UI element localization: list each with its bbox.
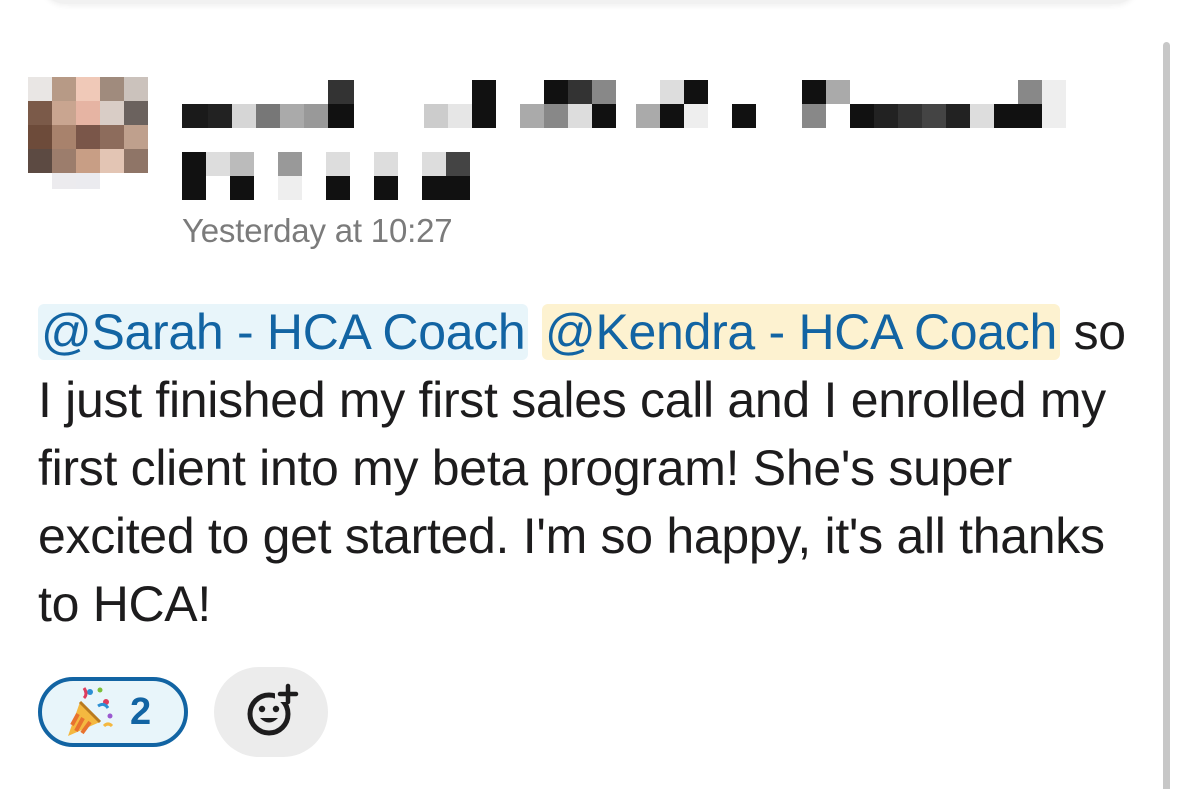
add-reaction-button[interactable] xyxy=(214,667,328,757)
avatar[interactable] xyxy=(28,77,148,189)
sender-name-redacted-line2[interactable] xyxy=(182,152,470,200)
reactions-bar: 2 xyxy=(38,667,328,757)
message-timestamp[interactable]: Yesterday at 10:27 xyxy=(182,212,453,250)
add-reaction-icon xyxy=(247,683,299,736)
sender-name-redacted[interactable] xyxy=(182,80,1066,128)
message-view: Yesterday at 10:27 @Sarah - HCA Coach @K… xyxy=(0,0,1180,789)
scrollbar[interactable] xyxy=(1163,42,1170,789)
mention-kendra[interactable]: @Kendra - HCA Coach xyxy=(542,304,1060,360)
party-popper-icon xyxy=(68,687,114,736)
message-body: @Sarah - HCA Coach @Kendra - HCA Coach s… xyxy=(38,298,1138,638)
reaction-count: 2 xyxy=(130,690,152,733)
header-edge xyxy=(40,0,1140,4)
reaction-party-popper[interactable]: 2 xyxy=(38,677,188,747)
mention-sarah[interactable]: @Sarah - HCA Coach xyxy=(38,304,529,360)
